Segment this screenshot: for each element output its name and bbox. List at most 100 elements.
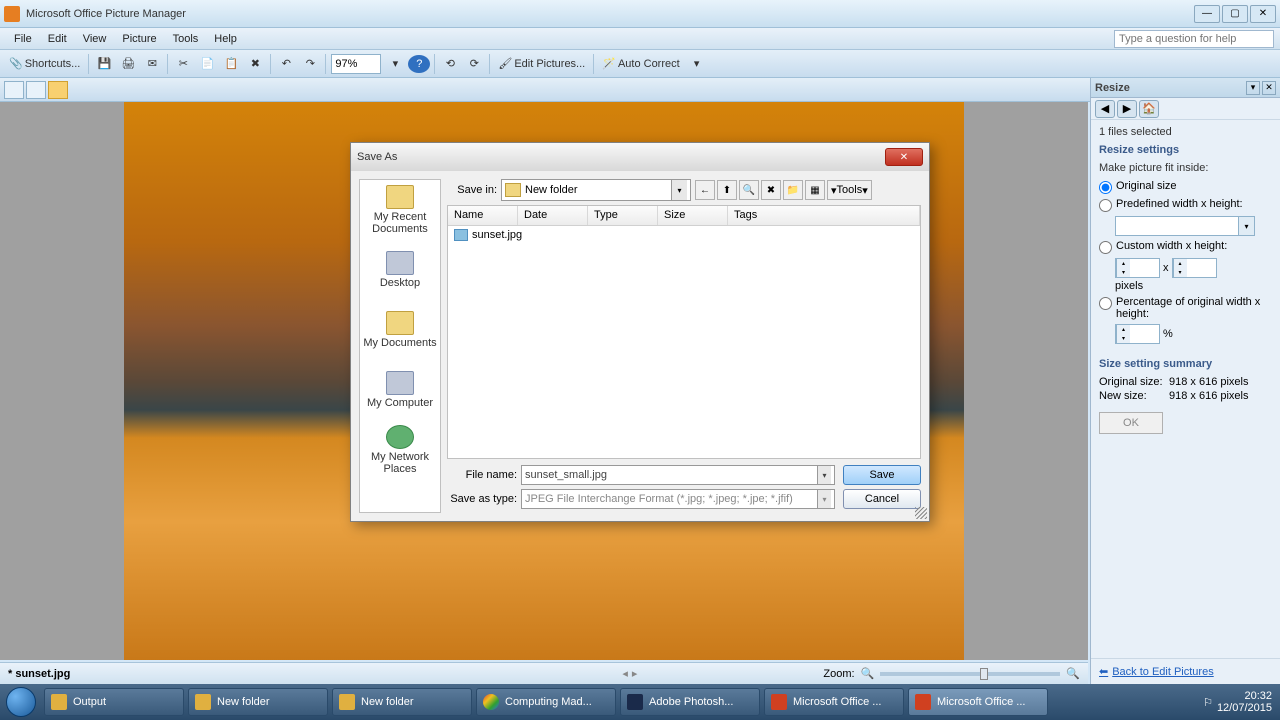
percentage-input[interactable]: ▴▾	[1115, 324, 1160, 344]
next-image-button[interactable]: ▸	[632, 667, 638, 680]
prev-image-button[interactable]: ◂	[622, 667, 628, 680]
auto-correct-button[interactable]: 🪄Auto Correct	[598, 53, 683, 75]
taskpane-home-icon[interactable]: 🏠	[1139, 100, 1159, 118]
radio-custom[interactable]	[1099, 241, 1112, 254]
custom-height-input[interactable]: ▴▾	[1172, 258, 1217, 278]
paste-icon[interactable]: 📋	[220, 53, 242, 75]
tray-date: 12/07/2015	[1217, 702, 1272, 714]
shortcuts-button[interactable]: 📎Shortcuts...	[5, 53, 84, 75]
predefined-size-dropdown[interactable]: ▾	[1115, 216, 1255, 236]
save-button[interactable]: Save	[843, 465, 921, 485]
dialog-close-button[interactable]: ✕	[885, 148, 923, 166]
radio-original-size[interactable]	[1099, 181, 1112, 194]
resize-ok-button[interactable]: OK	[1099, 412, 1163, 434]
taskpane-back-icon[interactable]: ◀	[1095, 100, 1115, 118]
taskbar-item[interactable]: New folder	[332, 688, 472, 716]
col-name[interactable]: Name	[448, 206, 518, 225]
place-computer[interactable]: My Computer	[360, 360, 440, 420]
zoom-out-icon[interactable]: 🔍	[861, 667, 875, 680]
filename-label: File name:	[447, 469, 517, 481]
copy-icon[interactable]: 📄	[196, 53, 218, 75]
radio-predefined[interactable]	[1099, 199, 1112, 212]
zoom-dropdown-icon[interactable]: ▾	[384, 53, 406, 75]
rotate-right-icon[interactable]: ⟳	[463, 53, 485, 75]
taskbar-item[interactable]: Computing Mad...	[476, 688, 616, 716]
filmstrip-view-button[interactable]	[26, 81, 46, 99]
delete-folder-icon[interactable]: ✖	[761, 180, 781, 200]
taskpane-forward-icon[interactable]: ▶	[1117, 100, 1137, 118]
search-icon[interactable]: 🔍	[739, 180, 759, 200]
mail-icon[interactable]: ✉	[141, 53, 163, 75]
menu-help[interactable]: Help	[206, 30, 245, 48]
zoom-in-icon[interactable]: 🔍	[1066, 667, 1080, 680]
close-button[interactable]: ✕	[1250, 5, 1276, 23]
taskpane-dropdown-icon[interactable]: ▾	[1246, 81, 1260, 95]
zoom-label: Zoom:	[823, 668, 854, 680]
single-view-button[interactable]	[48, 81, 68, 99]
help-search-input[interactable]	[1114, 30, 1274, 48]
start-button[interactable]	[0, 684, 42, 720]
menu-file[interactable]: File	[6, 30, 40, 48]
col-type[interactable]: Type	[588, 206, 658, 225]
system-tray[interactable]: ⚐ 20:32 12/07/2015	[1195, 690, 1280, 714]
savein-combo[interactable]: New folder ▾	[501, 179, 691, 201]
custom-width-input[interactable]: ▴▾	[1115, 258, 1160, 278]
help-icon[interactable]: ?	[408, 55, 430, 73]
filename-input[interactable]: sunset_small.jpg▾	[521, 465, 835, 485]
taskbar-item[interactable]: Microsoft Office ...	[764, 688, 904, 716]
toolbar: 📎Shortcuts... 💾 🖨 ✉ ✂ 📄 📋 ✖ ↶ ↷ 97% ▾ ? …	[0, 50, 1280, 78]
print-icon[interactable]: 🖨	[117, 53, 139, 75]
place-documents[interactable]: My Documents	[360, 300, 440, 360]
maximize-button[interactable]: ▢	[1222, 5, 1248, 23]
menu-view[interactable]: View	[75, 30, 115, 48]
resize-grip[interactable]	[915, 507, 927, 519]
undo-icon[interactable]: ↶	[275, 53, 297, 75]
menu-edit[interactable]: Edit	[40, 30, 75, 48]
place-desktop[interactable]: Desktop	[360, 240, 440, 300]
taskpane-close-icon[interactable]: ✕	[1262, 81, 1276, 95]
app-icon	[4, 6, 20, 22]
back-nav-icon[interactable]: ←	[695, 180, 715, 200]
tray-flag-icon[interactable]: ⚐	[1203, 696, 1213, 709]
place-network[interactable]: My Network Places	[360, 420, 440, 480]
savetype-label: Save as type:	[447, 493, 517, 505]
taskbar-item[interactable]: Output	[44, 688, 184, 716]
views-icon[interactable]: ▦	[805, 180, 825, 200]
task-pane: Resize ▾ ✕ ◀ ▶ 🏠 1 files selected Resize…	[1090, 78, 1280, 684]
new-folder-icon[interactable]: 📁	[783, 180, 803, 200]
files-selected-label: 1 files selected	[1099, 126, 1272, 138]
dialog-titlebar[interactable]: Save As ✕	[351, 143, 929, 171]
zoom-combo[interactable]: 97%	[331, 54, 381, 74]
col-date[interactable]: Date	[518, 206, 588, 225]
taskbar-item[interactable]: New folder	[188, 688, 328, 716]
file-row[interactable]: sunset.jpg	[448, 226, 920, 244]
zoom-slider[interactable]	[880, 672, 1060, 676]
tools-menu[interactable]: ▾Tools ▾	[827, 180, 872, 200]
taskbar-item[interactable]: Microsoft Office ...	[908, 688, 1048, 716]
windows-taskbar: Output New folder New folder Computing M…	[0, 684, 1280, 720]
save-icon[interactable]: 💾	[93, 53, 115, 75]
minimize-button[interactable]: —	[1194, 5, 1220, 23]
savetype-combo[interactable]: JPEG File Interchange Format (*.jpg; *.j…	[521, 489, 835, 509]
up-folder-icon[interactable]: ⬆	[717, 180, 737, 200]
taskbar-item[interactable]: Adobe Photosh...	[620, 688, 760, 716]
col-tags[interactable]: Tags	[728, 206, 920, 225]
auto-correct-dropdown-icon[interactable]: ▾	[686, 53, 708, 75]
col-size[interactable]: Size	[658, 206, 728, 225]
places-bar: My Recent Documents Desktop My Documents…	[359, 179, 441, 513]
chevron-down-icon: ▾	[671, 180, 687, 200]
cut-icon[interactable]: ✂	[172, 53, 194, 75]
rotate-left-icon[interactable]: ⟲	[439, 53, 461, 75]
status-filename: * sunset.jpg	[8, 668, 622, 680]
cancel-button[interactable]: Cancel	[843, 489, 921, 509]
redo-icon[interactable]: ↷	[299, 53, 321, 75]
menu-picture[interactable]: Picture	[114, 30, 164, 48]
radio-percentage[interactable]	[1099, 297, 1112, 310]
back-to-edit-link[interactable]: ⬅ Back to Edit Pictures	[1091, 658, 1280, 684]
thumbnail-view-button[interactable]	[4, 81, 24, 99]
edit-pictures-button[interactable]: 🖌Edit Pictures...	[494, 53, 589, 75]
menu-tools[interactable]: Tools	[165, 30, 207, 48]
delete-icon[interactable]: ✖	[244, 53, 266, 75]
place-recent[interactable]: My Recent Documents	[360, 180, 440, 240]
file-list[interactable]: Name Date Type Size Tags sunset.jpg	[447, 205, 921, 459]
